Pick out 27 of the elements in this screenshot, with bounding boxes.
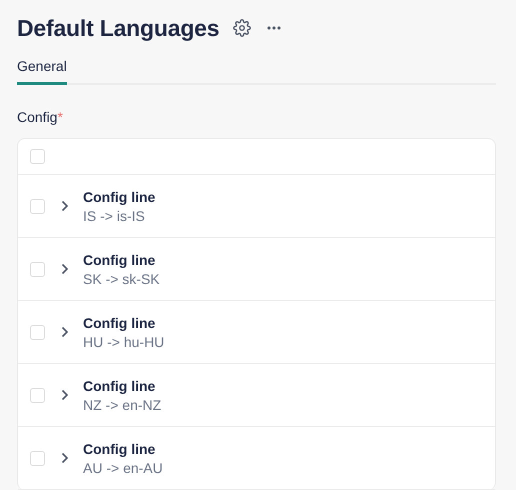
chevron-icon[interactable] — [61, 263, 69, 275]
chevron-icon[interactable] — [61, 452, 69, 464]
field-label: Config — [17, 109, 58, 125]
tab[interactable]: General — [17, 56, 67, 85]
select-all-checkbox[interactable] — [30, 149, 45, 164]
row-subtitle: AU -> en-AU — [83, 460, 163, 476]
row-checkbox[interactable] — [30, 324, 45, 340]
row-title: Config line — [83, 188, 156, 204]
chevron-icon[interactable] — [61, 389, 69, 401]
row-title: Config line — [83, 314, 156, 330]
row-subtitle: NZ -> en-NZ — [83, 396, 162, 412]
row-subtitle: SK -> sk-SK — [83, 270, 160, 286]
page-title: Default Languages — [17, 14, 220, 42]
row-title: Config line — [83, 378, 156, 394]
chevron-icon[interactable] — [61, 200, 69, 212]
settings-icon[interactable] — [233, 19, 252, 37]
chevron-icon[interactable] — [61, 326, 69, 338]
row-title: Config line — [83, 440, 156, 456]
row-title: Config line — [83, 252, 156, 268]
required-mark: * — [57, 109, 63, 125]
row-checkbox[interactable] — [30, 262, 45, 276]
row-checkbox[interactable] — [30, 450, 45, 466]
row-checkbox[interactable] — [30, 198, 45, 214]
more-icon[interactable] — [267, 26, 282, 30]
row-subtitle: HU -> hu-HU — [83, 334, 164, 350]
row-checkbox[interactable] — [30, 388, 45, 402]
row-subtitle: IS -> is-IS — [83, 208, 146, 224]
